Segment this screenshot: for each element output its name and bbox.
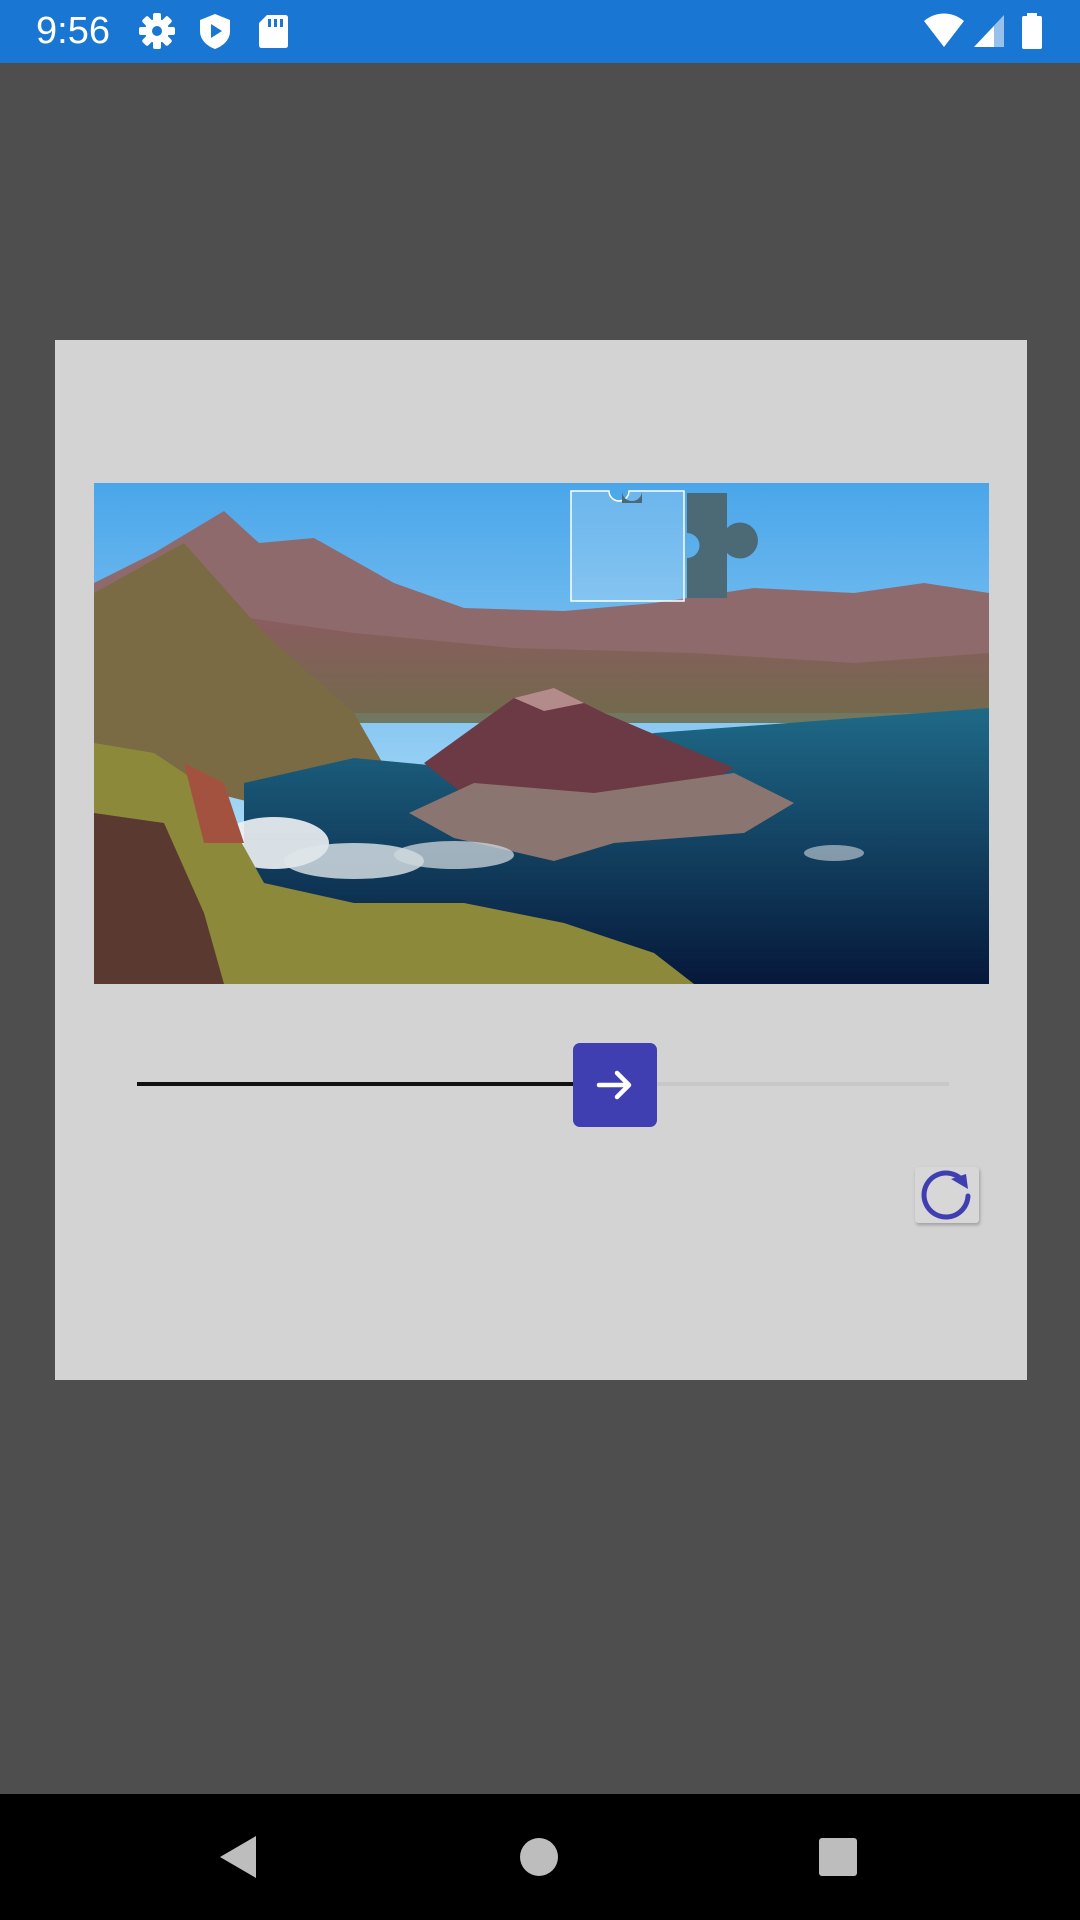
status-time: 9:56 [36, 10, 110, 52]
cell-signal-icon [970, 11, 1010, 51]
refresh-icon [921, 1170, 971, 1220]
wifi-icon [922, 11, 966, 51]
slider-thumb[interactable] [573, 1043, 657, 1127]
gear-icon [137, 11, 177, 51]
recents-icon[interactable] [805, 1824, 871, 1890]
slider-fill [137, 1082, 584, 1086]
refresh-button[interactable] [915, 1167, 979, 1223]
back-icon[interactable] [206, 1824, 272, 1890]
navigation-bar [0, 1794, 1080, 1920]
puzzle-image [94, 483, 989, 984]
slider-track[interactable] [137, 1082, 949, 1086]
arrow-right-icon [596, 1070, 632, 1100]
home-icon[interactable] [506, 1824, 572, 1890]
sd-card-icon [253, 11, 293, 51]
captcha-dialog [55, 340, 1027, 1380]
status-bar: 9:56 [0, 0, 1080, 63]
shield-play-icon [195, 11, 235, 51]
battery-icon [1020, 11, 1044, 51]
